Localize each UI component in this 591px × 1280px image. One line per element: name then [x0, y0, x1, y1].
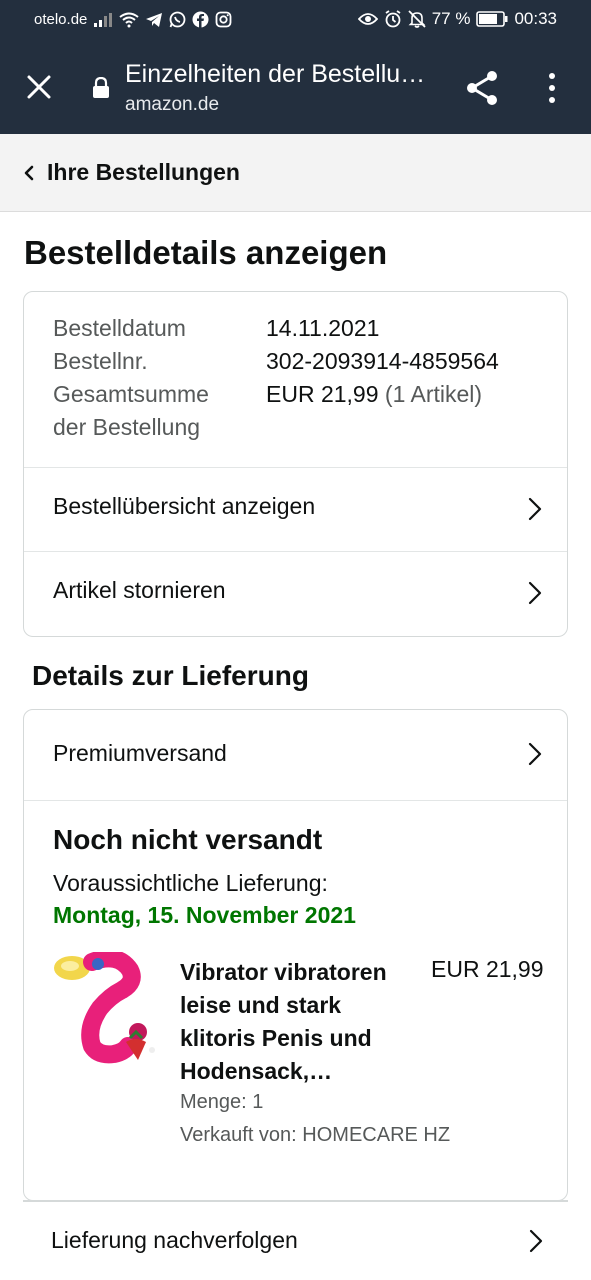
- instagram-icon: [215, 11, 232, 28]
- alarm-icon: [384, 10, 402, 28]
- status-bar: otelo.de 77 % 00:33: [0, 0, 591, 40]
- chevron-right-icon: [528, 581, 542, 605]
- order-total-label: Gesamtsumme: [53, 381, 209, 407]
- carrier-name: otelo.de: [34, 11, 88, 28]
- delivery-card: Premiumversand Noch nicht versandt Vorau…: [23, 709, 568, 1201]
- facebook-icon: [192, 11, 209, 28]
- estimated-delivery-label: Voraussichtliche Lieferung:: [53, 870, 328, 896]
- wifi-icon: [119, 12, 140, 28]
- view-order-summary-link[interactable]: Bestellübersicht anzeigen: [53, 493, 315, 520]
- telegram-icon: [145, 12, 163, 28]
- shipping-method-row[interactable]: Premiumversand: [24, 710, 567, 793]
- more-vertical-icon: [549, 73, 555, 103]
- breadcrumb-your-orders[interactable]: Ihre Bestellungen: [47, 159, 240, 186]
- bell-off-icon: [408, 10, 426, 28]
- shipment-status: Noch nicht versandt: [53, 824, 323, 855]
- order-date-label: Bestelldatum: [53, 315, 186, 341]
- chevron-right-icon: [528, 742, 542, 766]
- estimated-delivery-date: Montag, 15. November 2021: [53, 902, 356, 928]
- product-quantity: Menge: 1: [180, 1091, 264, 1113]
- chevron-left-icon: [24, 165, 34, 181]
- status-bar-left: otelo.de: [34, 11, 232, 28]
- status-bar-right: 77 % 00:33: [357, 9, 557, 29]
- eye-icon: [357, 12, 378, 26]
- browser-toolbar: Einzelheiten der Bestellu… amazon.de: [0, 40, 591, 134]
- order-number-value: 302-2093914-4859564: [266, 348, 499, 374]
- order-total-label-line2: der Bestellung: [53, 414, 201, 440]
- divider: [24, 800, 567, 801]
- signal-icon: [93, 12, 113, 28]
- order-summary-card: Bestelldatum 14.11.2021 Bestellnr. 302-2…: [23, 291, 568, 637]
- order-total-amount: EUR 21,99: [266, 381, 379, 407]
- shipping-method-label[interactable]: Premiumversand: [53, 740, 227, 767]
- product-title[interactable]: Vibrator vibratoren leise und stark klit…: [180, 956, 420, 1088]
- clock: 00:33: [514, 9, 557, 28]
- chevron-right-icon: [528, 497, 542, 521]
- product-image[interactable]: [52, 949, 162, 1064]
- share-button[interactable]: [465, 70, 499, 106]
- product-price: EUR 21,99: [431, 956, 544, 982]
- track-delivery-link[interactable]: Lieferung nachverfolgen: [51, 1227, 298, 1254]
- track-delivery-row[interactable]: Lieferung nachverfolgen: [23, 1202, 568, 1280]
- product-seller: Verkauft von: HOMECARE HZ: [180, 1124, 451, 1146]
- battery-percentage: 77 %: [431, 9, 471, 28]
- order-number-label: Bestellnr.: [53, 348, 148, 374]
- breadcrumb[interactable]: Ihre Bestellungen: [0, 134, 591, 212]
- whatsapp-icon: [169, 11, 186, 28]
- order-total-value: EUR 21,99 (1 Artikel): [266, 381, 482, 408]
- order-item-count: (1 Artikel): [384, 381, 483, 407]
- page-tab-title[interactable]: Einzelheiten der Bestellu…: [125, 60, 435, 89]
- lock-icon: [92, 76, 110, 99]
- chevron-right-icon: [529, 1229, 543, 1253]
- cancel-items-row[interactable]: Artikel stornieren: [24, 552, 567, 635]
- cancel-items-link[interactable]: Artikel stornieren: [53, 577, 226, 604]
- close-icon: [27, 75, 51, 99]
- battery-icon: [476, 11, 508, 27]
- delivery-section-title: Details zur Lieferung: [32, 660, 309, 691]
- order-date-value: 14.11.2021: [266, 315, 380, 341]
- page-title: Bestelldetails anzeigen: [24, 234, 388, 271]
- page-url[interactable]: amazon.de: [125, 94, 219, 116]
- view-order-summary-row[interactable]: Bestellübersicht anzeigen: [24, 468, 567, 551]
- close-tab-button[interactable]: [24, 72, 54, 102]
- overflow-menu-button[interactable]: [542, 70, 562, 106]
- share-icon: [467, 71, 497, 105]
